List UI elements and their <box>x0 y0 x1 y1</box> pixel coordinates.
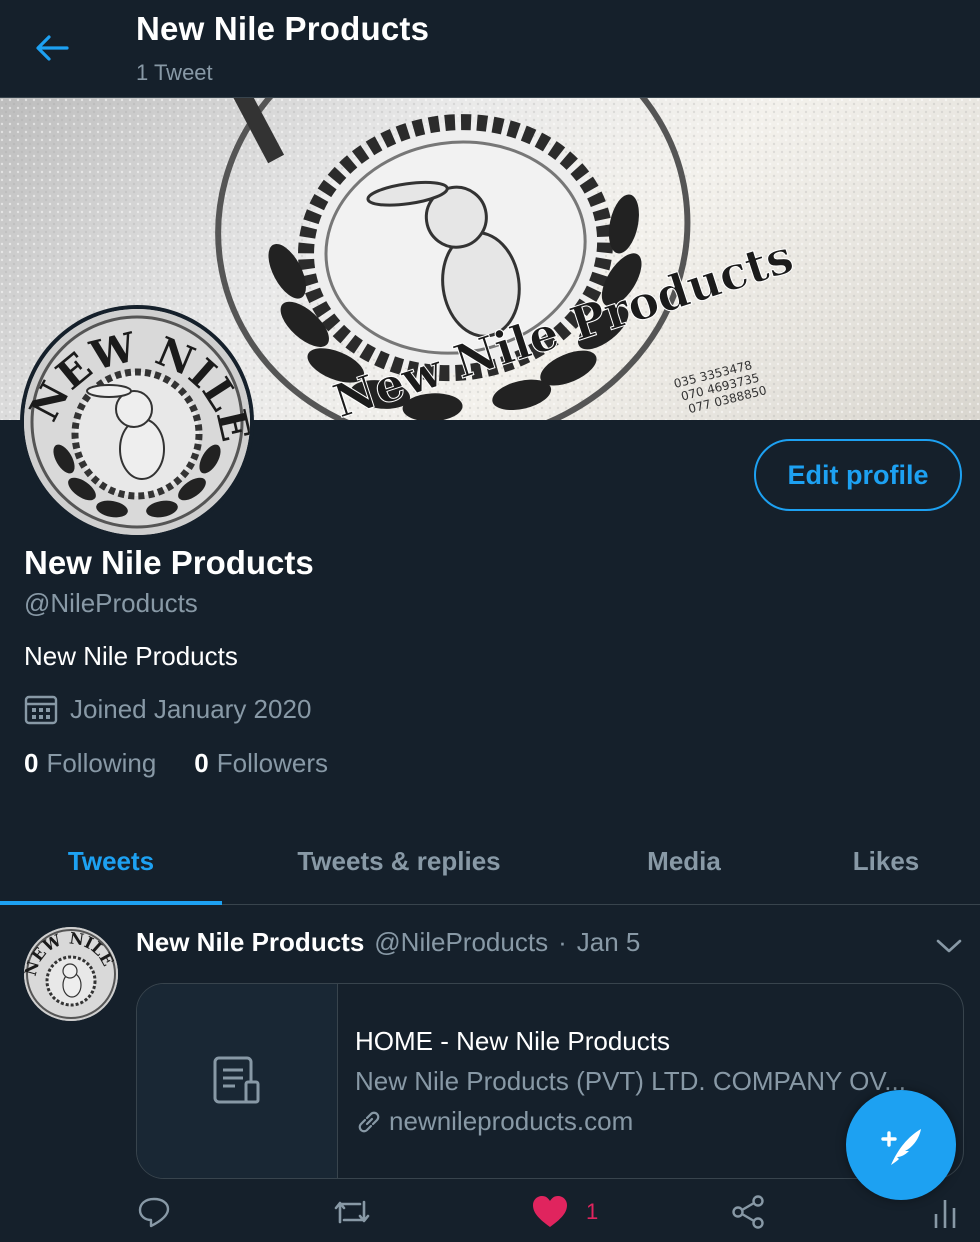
heart-icon <box>533 1196 567 1227</box>
link-preview-card[interactable]: HOME - New Nile Products New Nile Produc… <box>136 983 964 1179</box>
tab-likes[interactable]: Likes <box>792 818 980 904</box>
share-icon <box>732 1195 764 1229</box>
back-button[interactable] <box>30 28 74 68</box>
card-description: New Nile Products (PVT) LTD. COMPANY OV.… <box>355 1066 906 1096</box>
tab-media[interactable]: Media <box>576 818 792 904</box>
following-link[interactable]: 0 Following <box>24 748 156 779</box>
avatar-image: NEW NILE <box>24 309 250 535</box>
calendar-icon <box>24 695 58 724</box>
top-bar: New Nile Products 1 Tweet <box>0 0 980 98</box>
tweet-actions: 1 <box>0 1187 980 1237</box>
tweet-author-handle[interactable]: @NileProducts <box>374 927 548 958</box>
followers-count: 0 <box>194 748 209 778</box>
profile-avatar[interactable]: NEW NILE <box>20 305 254 539</box>
tweet-meta-separator: · <box>558 927 567 957</box>
analytics-button[interactable] <box>930 1187 960 1237</box>
join-date-text: Joined January 2020 <box>70 694 312 724</box>
card-thumbnail <box>137 984 338 1178</box>
like-button[interactable]: 1 <box>532 1187 598 1237</box>
tweet-count: 1 Tweet <box>136 60 213 85</box>
follow-counts: 0 Following 0 Followers <box>24 748 328 779</box>
tab-tweets[interactable]: Tweets <box>0 818 222 904</box>
tweet-header: New Nile Products @NileProducts · Jan 5 <box>136 927 640 958</box>
like-count: 1 <box>586 1199 599 1224</box>
document-icon <box>213 1056 260 1104</box>
back-arrow-icon <box>36 35 69 61</box>
tweet-item[interactable]: NEW NILE New Nile Products @NileProducts… <box>0 905 980 1242</box>
chevron-down-icon <box>936 939 962 953</box>
card-domain-text: newnileproducts.com <box>389 1106 634 1136</box>
following-label: Following <box>46 748 157 778</box>
join-date: Joined January 2020 <box>24 694 311 725</box>
profile-tabs: Tweets Tweets & replies Media Likes <box>0 818 980 905</box>
retweet-icon <box>334 1200 370 1224</box>
tweet-author-name[interactable]: New Nile Products <box>136 927 364 958</box>
analytics-icon <box>934 1200 956 1228</box>
followers-link[interactable]: 0 Followers <box>194 748 328 779</box>
card-domain: newnileproducts.com <box>355 1106 633 1137</box>
profile-handle: @NileProducts <box>24 588 198 618</box>
reply-button[interactable] <box>136 1187 172 1237</box>
tweet-date[interactable]: Jan 5 <box>577 927 641 958</box>
profile-name: New Nile Products <box>24 544 314 581</box>
card-title: HOME - New Nile Products <box>355 1026 670 1056</box>
compose-tweet-icon <box>881 1129 921 1165</box>
followers-label: Followers <box>216 748 329 778</box>
share-button[interactable] <box>730 1187 766 1237</box>
profile-bio: New Nile Products <box>24 641 238 671</box>
retweet-button[interactable] <box>332 1187 372 1237</box>
following-count: 0 <box>24 748 39 778</box>
page-title: New Nile Products <box>136 10 430 47</box>
tweet-author-avatar[interactable]: NEW NILE <box>24 927 118 1021</box>
tweet-menu-button[interactable] <box>932 931 966 961</box>
edit-profile-button[interactable]: Edit profile <box>754 439 962 511</box>
tab-tweets-and-replies[interactable]: Tweets & replies <box>222 818 576 904</box>
reply-icon <box>138 1197 170 1228</box>
link-icon <box>358 1111 380 1132</box>
compose-tweet-button[interactable] <box>846 1090 956 1200</box>
